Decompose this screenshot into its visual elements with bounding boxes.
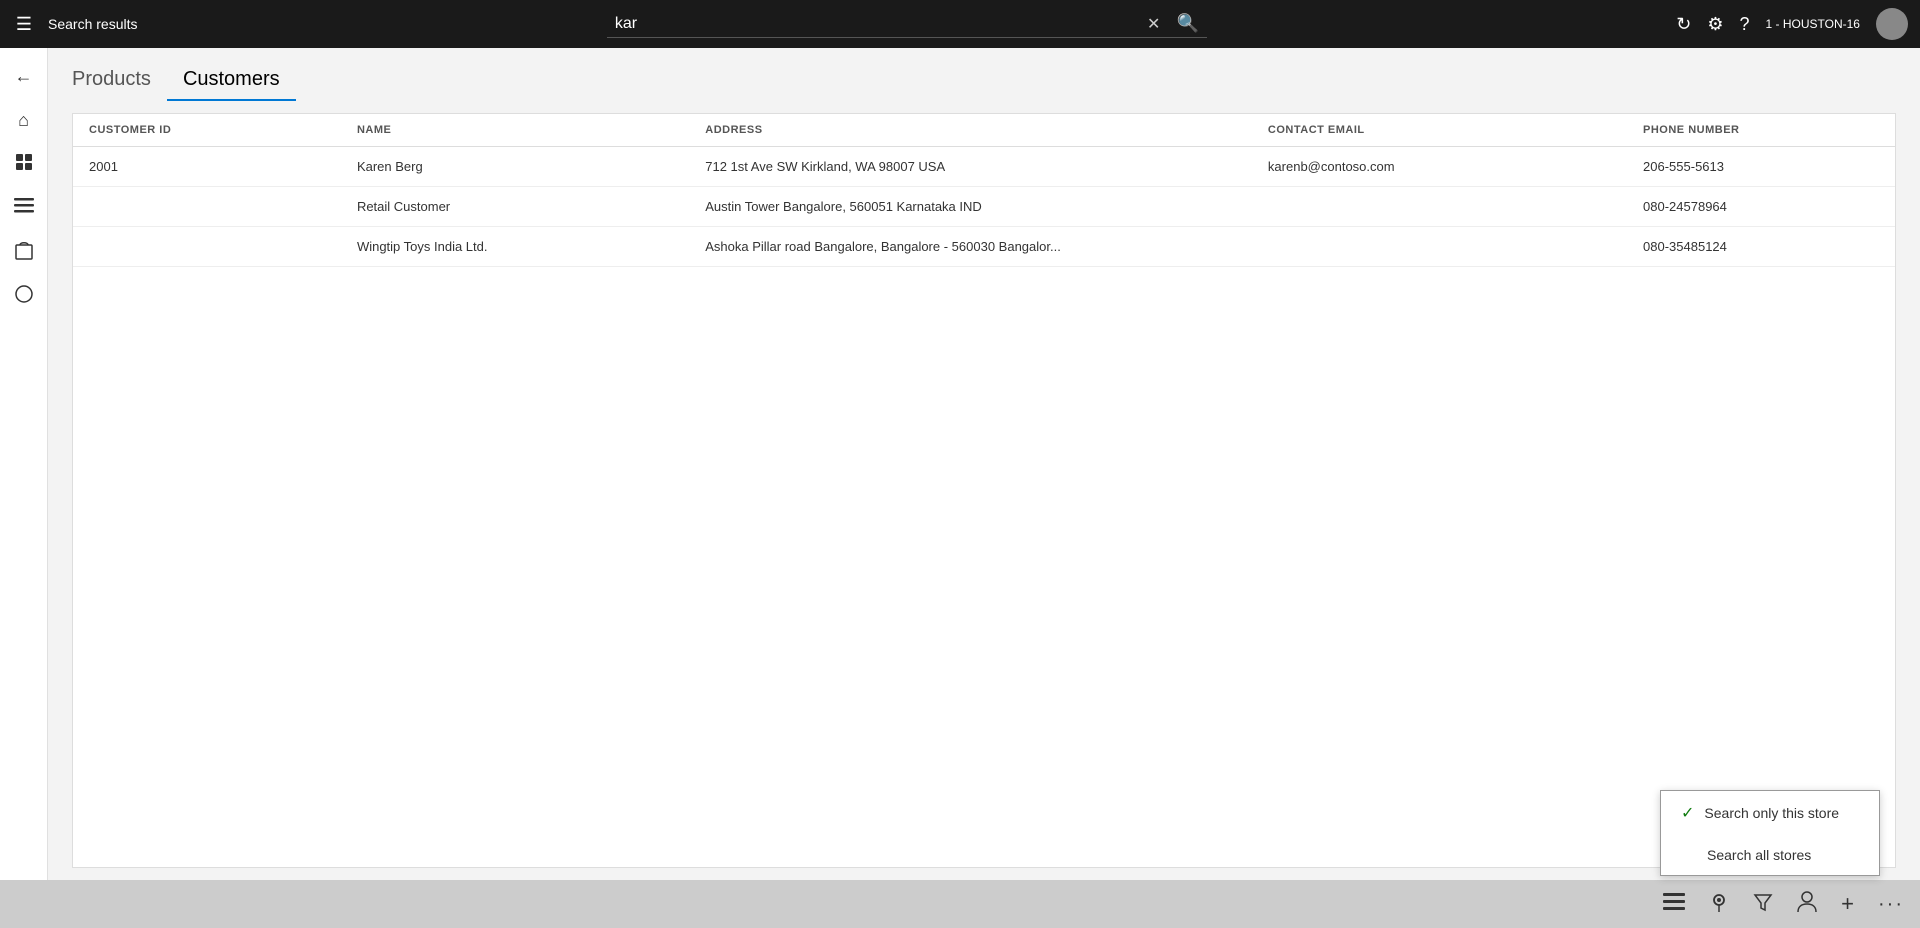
cell-name: Retail Customer <box>341 187 689 227</box>
search-only-this-store-label: Search only this store <box>1704 805 1839 821</box>
table-row[interactable]: 2001Karen Berg712 1st Ave SW Kirkland, W… <box>73 147 1895 187</box>
tab-products[interactable]: Products <box>72 60 167 101</box>
sidebar-item-orders[interactable] <box>4 232 44 272</box>
table-header-row: CUSTOMER ID NAME ADDRESS CONTACT EMAIL P… <box>73 114 1895 147</box>
store-info: 1 - HOUSTON-16 <box>1765 17 1859 31</box>
cell-contact_email <box>1252 227 1627 267</box>
list-view-button[interactable] <box>1663 893 1685 916</box>
cell-phone_number: 080-24578964 <box>1627 187 1895 227</box>
avatar <box>1876 8 1908 40</box>
main-layout: ← ⌂ <box>0 48 1920 880</box>
search-clear-button[interactable]: ✕ <box>1139 14 1168 34</box>
bottom-toolbar: + ··· <box>0 880 1920 928</box>
more-button[interactable]: ··· <box>1878 893 1904 916</box>
table-row[interactable]: Wingtip Toys India Ltd.Ashoka Pillar roa… <box>73 227 1895 267</box>
search-scope-dropdown: ✓ Search only this store Search all stor… <box>1660 790 1880 876</box>
settings-icon[interactable]: ⚙ <box>1707 14 1723 35</box>
bag-icon <box>14 239 34 266</box>
search-bar: ✕ 🔍 <box>607 11 1207 38</box>
col-header-address: ADDRESS <box>689 114 1252 147</box>
cell-phone_number: 206-555-5613 <box>1627 147 1895 187</box>
cell-phone_number: 080-35485124 <box>1627 227 1895 267</box>
circle-icon <box>14 284 34 309</box>
header-right: ↻ ⚙ ? 1 - HOUSTON-16 <box>1676 8 1908 40</box>
home-icon: ⌂ <box>18 110 29 131</box>
back-icon: ← <box>15 66 33 87</box>
cell-name: Karen Berg <box>341 147 689 187</box>
hamburger-menu-icon[interactable]: ☰ <box>12 14 36 35</box>
sidebar-item-back[interactable]: ← <box>4 56 44 96</box>
cell-contact_email: karenb@contoso.com <box>1252 147 1627 187</box>
col-header-contact-email: CONTACT EMAIL <box>1252 114 1627 147</box>
customers-table: CUSTOMER ID NAME ADDRESS CONTACT EMAIL P… <box>73 114 1895 267</box>
tab-customers[interactable]: Customers <box>167 60 296 101</box>
sidebar-item-products[interactable] <box>4 144 44 184</box>
cell-contact_email <box>1252 187 1627 227</box>
cell-customer_id <box>73 227 341 267</box>
cell-customer_id: 2001 <box>73 147 341 187</box>
sidebar: ← ⌂ <box>0 48 48 880</box>
search-input[interactable] <box>607 11 1139 37</box>
tabs: Products Customers <box>48 48 1920 101</box>
sidebar-item-circle[interactable] <box>4 276 44 316</box>
col-header-phone-number: PHONE NUMBER <box>1627 114 1895 147</box>
refresh-icon[interactable]: ↻ <box>1676 14 1691 35</box>
search-all-stores-option[interactable]: Search all stores <box>1661 835 1879 875</box>
search-only-this-store-option[interactable]: ✓ Search only this store <box>1661 791 1879 835</box>
sidebar-item-menu[interactable] <box>4 188 44 228</box>
check-icon: ✓ <box>1681 803 1694 823</box>
customers-table-container: CUSTOMER ID NAME ADDRESS CONTACT EMAIL P… <box>72 113 1896 868</box>
lines-icon <box>14 198 34 219</box>
table-row[interactable]: Retail CustomerAustin Tower Bangalore, 5… <box>73 187 1895 227</box>
page-title: Search results <box>48 16 137 32</box>
search-submit-button[interactable]: 🔍 <box>1168 13 1206 34</box>
search-all-stores-label: Search all stores <box>1707 847 1811 863</box>
help-icon[interactable]: ? <box>1739 14 1749 35</box>
col-header-customer-id: CUSTOMER ID <box>73 114 341 147</box>
cell-customer_id <box>73 187 341 227</box>
cell-address: Ashoka Pillar road Bangalore, Bangalore … <box>689 227 1252 267</box>
person-button[interactable] <box>1797 891 1817 918</box>
add-button[interactable]: + <box>1841 891 1854 917</box>
header: ☰ Search results ✕ 🔍 ↻ ⚙ ? 1 - HOUSTON-1… <box>0 0 1920 48</box>
cell-name: Wingtip Toys India Ltd. <box>341 227 689 267</box>
grid-icon <box>14 152 34 177</box>
col-header-name: NAME <box>341 114 689 147</box>
sidebar-item-home[interactable]: ⌂ <box>4 100 44 140</box>
location-button[interactable] <box>1709 891 1729 918</box>
filter-button[interactable] <box>1753 892 1773 917</box>
content-area: Products Customers CUSTOMER ID NAME ADDR… <box>48 48 1920 880</box>
cell-address: 712 1st Ave SW Kirkland, WA 98007 USA <box>689 147 1252 187</box>
cell-address: Austin Tower Bangalore, 560051 Karnataka… <box>689 187 1252 227</box>
